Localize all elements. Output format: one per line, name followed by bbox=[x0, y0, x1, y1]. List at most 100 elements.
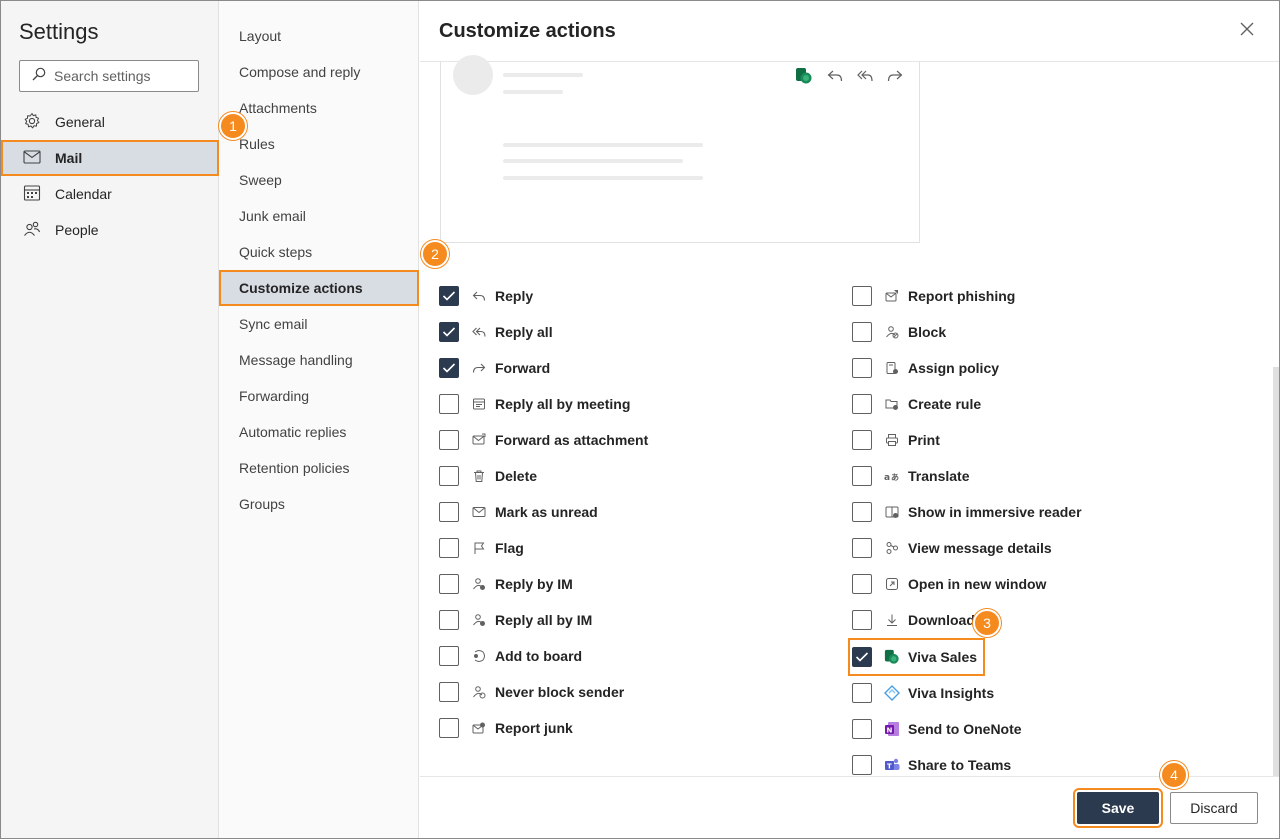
person-check-icon bbox=[471, 684, 487, 700]
action-viva-insights[interactable]: Viva Insights bbox=[852, 678, 994, 708]
action-block[interactable]: Block bbox=[852, 317, 946, 347]
action-delete[interactable]: Delete bbox=[439, 461, 537, 491]
settings-sidebar: Settings General Mail Calendar People bbox=[1, 1, 219, 838]
action-open-in-new-window[interactable]: Open in new window bbox=[852, 569, 1046, 599]
action-reply-all-by-im[interactable]: Reply all by IM bbox=[439, 605, 592, 635]
action-translate[interactable]: aあ Translate bbox=[852, 461, 969, 491]
action-flag[interactable]: Flag bbox=[439, 533, 524, 563]
checkbox[interactable] bbox=[439, 718, 459, 738]
checkbox[interactable] bbox=[852, 322, 872, 342]
action-label: Forward as attachment bbox=[495, 432, 649, 448]
viva-sales-icon bbox=[795, 67, 813, 90]
submenu-item-junk-email[interactable]: Junk email bbox=[219, 198, 419, 234]
action-show-in-immersive-reader[interactable]: Show in immersive reader bbox=[852, 497, 1082, 527]
viva-sales-icon bbox=[884, 649, 900, 665]
submenu-item-quick-steps[interactable]: Quick steps bbox=[219, 234, 419, 270]
action-forward-as-attachment[interactable]: Forward as attachment bbox=[439, 425, 648, 455]
checkbox[interactable] bbox=[439, 394, 459, 414]
sidebar-item-general[interactable]: General bbox=[1, 104, 219, 140]
sidebar-item-calendar[interactable]: Calendar bbox=[1, 176, 219, 212]
close-button[interactable] bbox=[1237, 21, 1257, 41]
submenu-item-sync-email[interactable]: Sync email bbox=[219, 306, 419, 342]
submenu-item-automatic-replies[interactable]: Automatic replies bbox=[219, 414, 419, 450]
submenu-item-customize-actions[interactable]: Customize actions bbox=[219, 270, 419, 306]
action-download[interactable]: Download bbox=[852, 605, 975, 635]
checkbox[interactable] bbox=[439, 610, 459, 630]
action-reply[interactable]: Reply bbox=[439, 281, 533, 311]
checkbox[interactable] bbox=[852, 502, 872, 522]
action-reply-all-by-meeting[interactable]: Reply all by meeting bbox=[439, 389, 630, 419]
rule-icon bbox=[884, 396, 900, 412]
search-box[interactable] bbox=[19, 60, 199, 92]
submenu-item-sweep[interactable]: Sweep bbox=[219, 162, 419, 198]
discard-button[interactable]: Discard bbox=[1170, 792, 1258, 824]
checkbox[interactable] bbox=[852, 719, 872, 739]
action-label: Viva Insights bbox=[908, 685, 995, 701]
checkbox[interactable] bbox=[852, 574, 872, 594]
action-viva-sales[interactable]: Viva Sales bbox=[847, 638, 986, 676]
checkbox[interactable] bbox=[439, 466, 459, 486]
action-add-to-board[interactable]: Add to board bbox=[439, 641, 582, 671]
action-label: Add to board bbox=[495, 648, 583, 664]
checkbox[interactable] bbox=[852, 394, 872, 414]
reply-all-icon bbox=[857, 69, 873, 88]
checkbox[interactable] bbox=[439, 502, 459, 522]
print-icon bbox=[884, 432, 900, 448]
action-view-message-details[interactable]: View message details bbox=[852, 533, 1052, 563]
submenu-item-message-handling[interactable]: Message handling bbox=[219, 342, 419, 378]
action-label: Download bbox=[908, 612, 975, 628]
action-assign-policy[interactable]: Assign policy bbox=[852, 353, 999, 383]
board-icon bbox=[471, 648, 487, 664]
action-never-block-sender[interactable]: Never block sender bbox=[439, 677, 624, 707]
checkbox[interactable] bbox=[852, 647, 872, 667]
checkbox[interactable] bbox=[852, 683, 872, 703]
action-reply-all[interactable]: Reply all bbox=[439, 317, 553, 347]
checkbox[interactable] bbox=[852, 466, 872, 486]
checkbox[interactable] bbox=[852, 755, 872, 775]
checkbox[interactable] bbox=[852, 430, 872, 450]
action-report-junk[interactable]: Report junk bbox=[439, 713, 573, 743]
scrollbar[interactable] bbox=[1273, 367, 1279, 777]
action-reply-by-im[interactable]: Reply by IM bbox=[439, 569, 573, 599]
action-mark-as-unread[interactable]: Mark as unread bbox=[439, 497, 598, 527]
checkbox[interactable] bbox=[852, 286, 872, 306]
settings-title: Settings bbox=[19, 19, 99, 44]
svg-text:あ: あ bbox=[891, 473, 899, 482]
checkbox[interactable] bbox=[439, 358, 459, 378]
checkbox[interactable] bbox=[439, 322, 459, 342]
submenu-item-compose-and-reply[interactable]: Compose and reply bbox=[219, 54, 419, 90]
viva-insights-icon bbox=[884, 685, 900, 701]
checkbox[interactable] bbox=[852, 358, 872, 378]
save-button[interactable]: Save bbox=[1073, 788, 1163, 828]
checkbox[interactable] bbox=[439, 646, 459, 666]
sidebar-item-people[interactable]: People bbox=[1, 212, 219, 248]
submenu-item-forwarding[interactable]: Forwarding bbox=[219, 378, 419, 414]
checkbox[interactable] bbox=[439, 286, 459, 306]
submenu-item-attachments[interactable]: Attachments bbox=[219, 90, 419, 126]
action-label: Reply by IM bbox=[495, 576, 573, 592]
search-input[interactable] bbox=[54, 68, 184, 84]
checkbox[interactable] bbox=[852, 610, 872, 630]
people-chat-icon bbox=[471, 612, 487, 628]
action-print[interactable]: Print bbox=[852, 425, 940, 455]
submenu-item-rules[interactable]: Rules bbox=[219, 126, 419, 162]
action-label: Report junk bbox=[495, 720, 573, 736]
submenu-item-retention-policies[interactable]: Retention policies bbox=[219, 450, 419, 486]
action-create-rule[interactable]: Create rule bbox=[852, 389, 981, 419]
action-forward[interactable]: Forward bbox=[439, 353, 550, 383]
submenu-item-layout[interactable]: Layout bbox=[219, 18, 419, 54]
checkbox[interactable] bbox=[439, 574, 459, 594]
sidebar-item-label: Mail bbox=[55, 150, 83, 166]
checkbox[interactable] bbox=[852, 538, 872, 558]
action-report-phishing[interactable]: Report phishing bbox=[852, 281, 1015, 311]
calendar-icon bbox=[23, 184, 41, 205]
checkbox[interactable] bbox=[439, 538, 459, 558]
action-send-to-onenote[interactable]: N Send to OneNote bbox=[852, 714, 1022, 744]
checkbox[interactable] bbox=[439, 682, 459, 702]
preview-avatar bbox=[453, 55, 493, 95]
sidebar-item-mail[interactable]: Mail bbox=[1, 140, 219, 176]
translate-icon: aあ bbox=[884, 468, 900, 484]
action-label: Delete bbox=[495, 468, 538, 484]
checkbox[interactable] bbox=[439, 430, 459, 450]
submenu-item-groups[interactable]: Groups bbox=[219, 486, 419, 522]
